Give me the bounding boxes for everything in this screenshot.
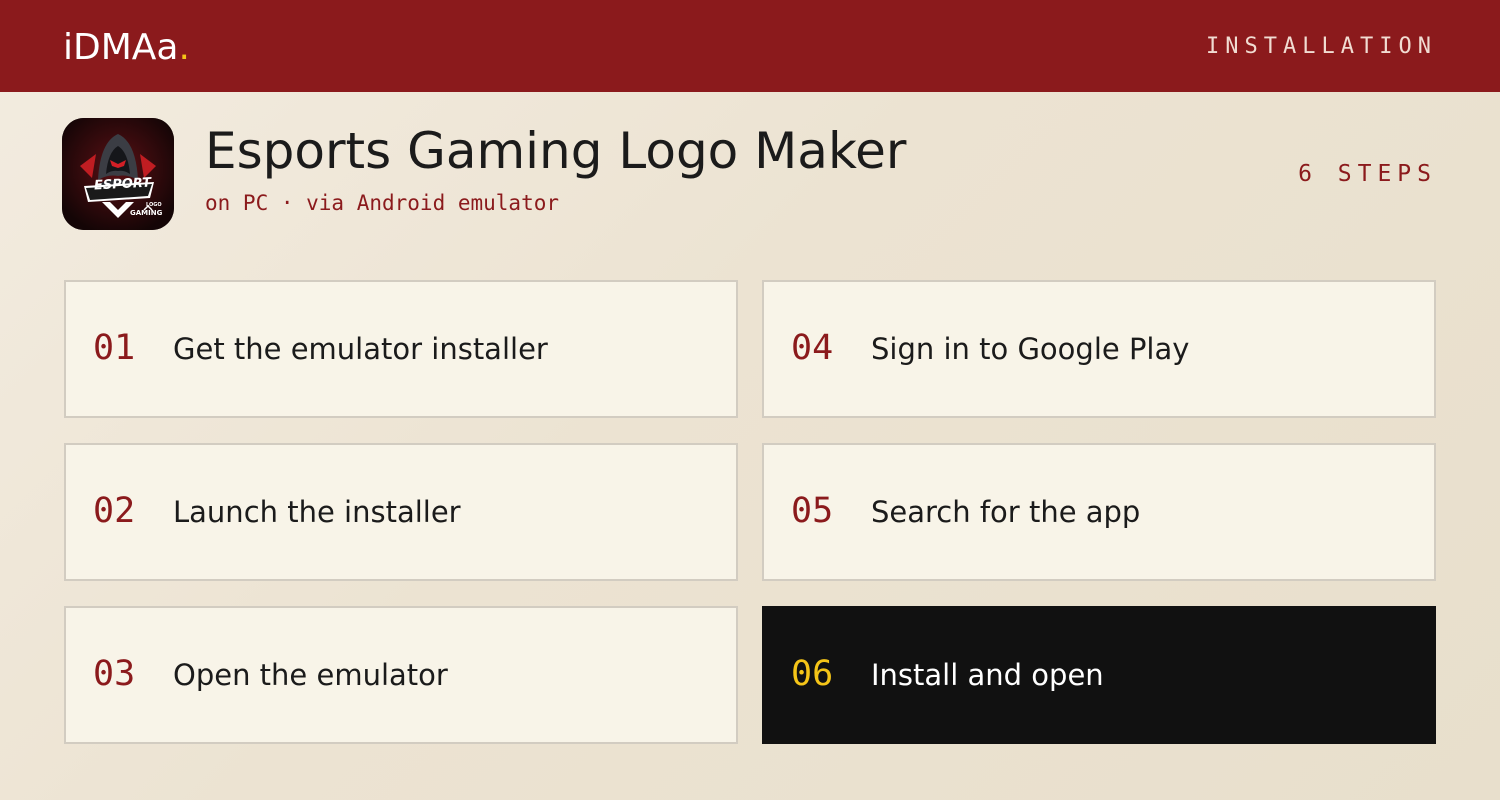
icon-text-sub: GAMING [130, 209, 163, 217]
steps-grid: 01 Get the emulator installer 02 Launch … [64, 280, 1436, 744]
brand-dot: . [178, 27, 190, 68]
top-bar: iDMAa. INSTALLATION [0, 0, 1500, 92]
step-label: Search for the app [871, 495, 1141, 529]
icon-text-tiny: LOGO [146, 202, 162, 208]
step-number: 04 [791, 327, 834, 368]
app-title: Esports Gaming Logo Maker [205, 122, 907, 180]
brand-logo[interactable]: iDMAa. [63, 26, 190, 70]
app-icon: ESPORT GAMING LOGO [62, 118, 174, 230]
step-number: 01 [93, 327, 136, 368]
step-label: Launch the installer [173, 495, 461, 529]
step-label: Open the emulator [173, 658, 448, 692]
step-number: 06 [791, 653, 834, 694]
step-card-02[interactable]: 02 Launch the installer [64, 443, 738, 581]
step-card-04[interactable]: 04 Sign in to Google Play [762, 280, 1436, 418]
section-label: INSTALLATION [1206, 34, 1437, 59]
step-card-01[interactable]: 01 Get the emulator installer [64, 280, 738, 418]
step-card-03[interactable]: 03 Open the emulator [64, 606, 738, 744]
step-card-05[interactable]: 05 Search for the app [762, 443, 1436, 581]
step-card-06[interactable]: 06 Install and open [762, 606, 1436, 744]
steps-count: 6 STEPS [1298, 161, 1437, 187]
brand-name: iDMAa [63, 27, 179, 68]
icon-text-main: ESPORT [93, 175, 152, 194]
step-number: 03 [93, 653, 136, 694]
app-subtitle: on PC · via Android emulator [205, 191, 560, 215]
step-number: 05 [791, 490, 834, 531]
step-label: Install and open [871, 658, 1104, 692]
step-number: 02 [93, 490, 136, 531]
step-label: Sign in to Google Play [871, 332, 1190, 366]
step-label: Get the emulator installer [173, 332, 548, 366]
